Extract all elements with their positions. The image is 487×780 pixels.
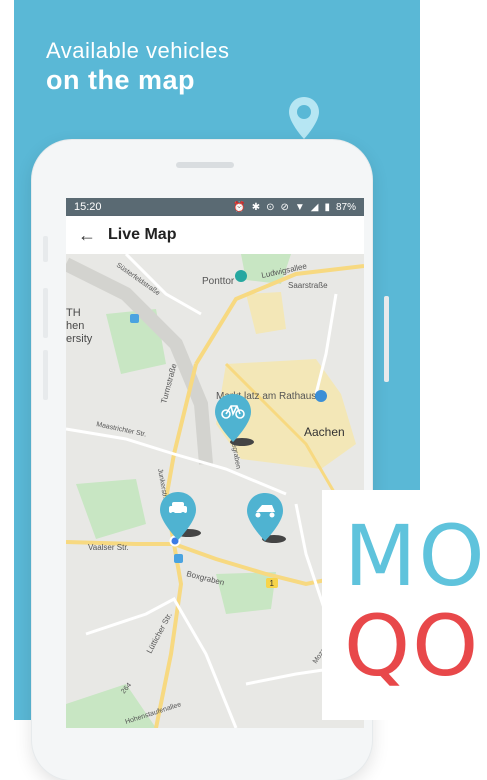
map-label: hen <box>66 320 84 332</box>
map-label: 1 <box>270 579 275 588</box>
map-label: Saarstraße <box>288 281 328 290</box>
app-bar: ← Live Map <box>66 216 364 254</box>
location-icon: ⊙ <box>266 201 275 213</box>
logo-text-top: MO <box>344 507 487 605</box>
live-map[interactable]: Ponttor Ludwigsallee Saarstraße Süsterfe… <box>66 254 364 728</box>
poi-icon[interactable] <box>315 390 327 402</box>
map-label: Vaalser Str. <box>88 543 129 552</box>
brand-logo: MO QO <box>322 490 487 720</box>
logo-text-bottom: QO <box>344 597 481 695</box>
alarm-icon: ⏰ <box>233 201 246 213</box>
promo-title-line2: on the map <box>46 65 196 96</box>
phone-side-button <box>43 288 48 338</box>
promo-title: Available vehicles on the map <box>46 38 229 97</box>
map-label: Ponttor <box>202 276 235 287</box>
transit-icon[interactable] <box>174 554 183 563</box>
phone-speaker <box>176 162 234 168</box>
promo-title-line1: Available vehicles <box>46 38 230 63</box>
signal-icon: ◢ <box>310 201 319 213</box>
poi-icon[interactable] <box>235 270 247 282</box>
status-bar: 15:20 ⏰ ✱ ⊙ ⊘ ▼ ◢ ▮ 87% <box>66 198 364 216</box>
back-arrow-icon[interactable]: ← <box>66 225 108 246</box>
wifi-icon: ▼ <box>294 201 305 213</box>
map-label: Aachen <box>304 425 345 439</box>
map-label: TH <box>66 307 81 319</box>
page-title: Live Map <box>108 226 177 243</box>
transit-icon[interactable] <box>130 314 139 323</box>
mute-icon: ⊘ <box>280 201 289 213</box>
map-label: ersity <box>66 333 93 345</box>
status-time: 15:20 <box>74 201 102 213</box>
phone-side-button <box>43 350 48 400</box>
map-label: latz am Rathaus <box>244 391 316 402</box>
phone-side-button <box>43 236 48 262</box>
location-pin-icon <box>289 97 319 139</box>
battery-level: 87% <box>335 201 356 213</box>
battery-icon: ▮ <box>324 201 330 213</box>
bluetooth-icon: ✱ <box>251 201 261 213</box>
phone-power-button <box>384 296 389 382</box>
status-icons: ⏰ ✱ ⊙ ⊘ ▼ ◢ ▮ 87% <box>233 202 356 213</box>
phone-screen: 15:20 ⏰ ✱ ⊙ ⊘ ▼ ◢ ▮ 87% ← Live Map Pontt… <box>66 198 364 728</box>
